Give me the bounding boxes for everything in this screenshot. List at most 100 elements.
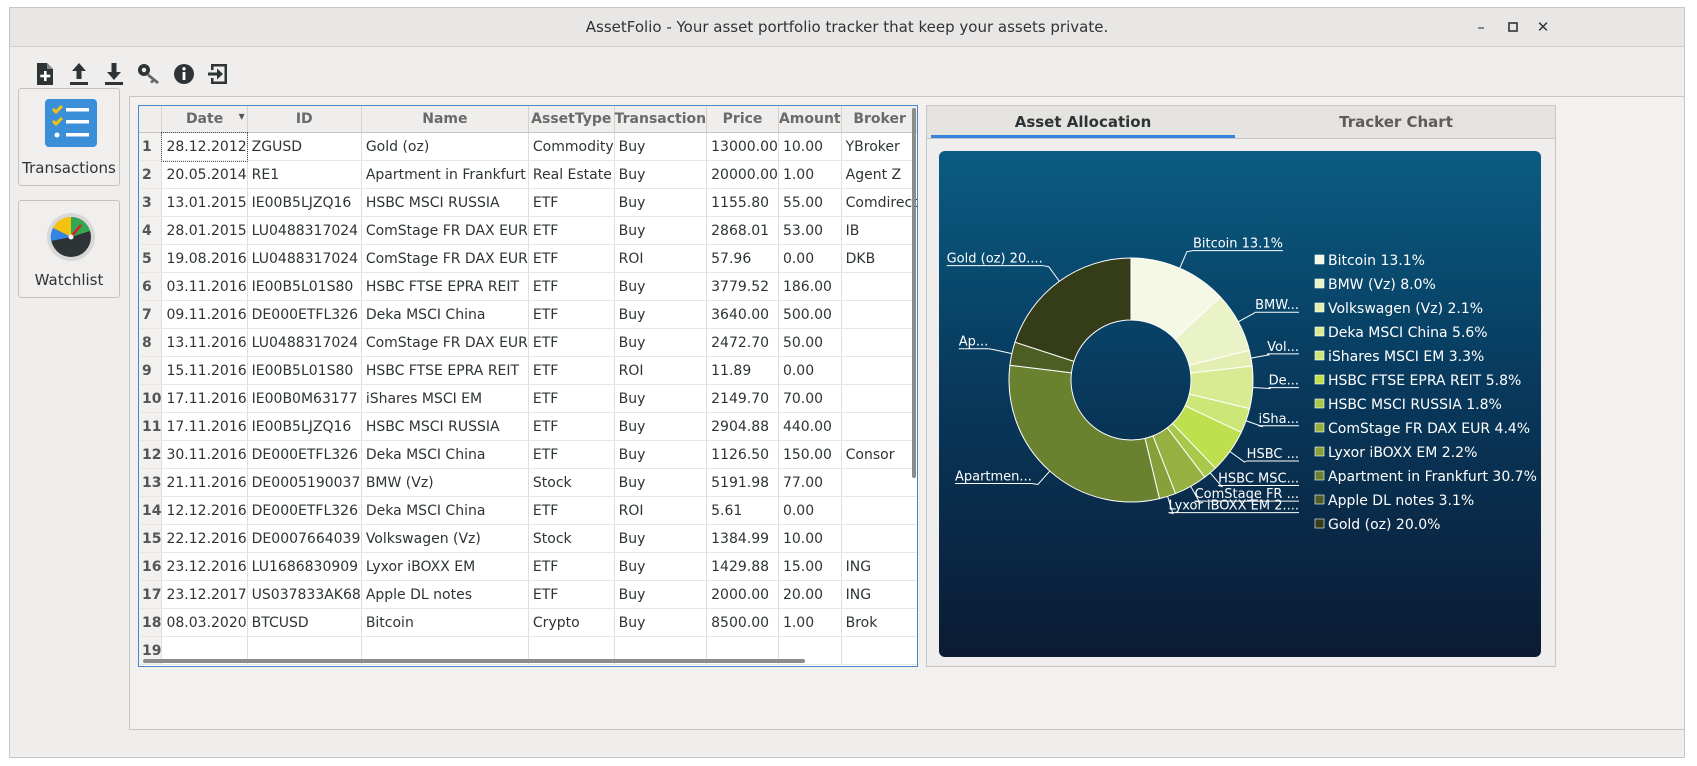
cell-price[interactable]: 1126.50 (706, 440, 779, 469)
cell-assettype[interactable]: ETF (528, 216, 615, 245)
cell-name[interactable]: Volkswagen (Vz) (361, 524, 529, 553)
cell-assettype[interactable]: Stock (528, 524, 615, 553)
cell-transaction[interactable]: Buy (614, 272, 708, 301)
cell-price[interactable]: 13000.00 (706, 132, 779, 161)
cell-name[interactable]: HSBC MSCI RUSSIA (361, 188, 529, 217)
cell-date[interactable]: 17.11.2016 (161, 384, 248, 413)
cell-broker[interactable] (841, 496, 917, 525)
cell-amount[interactable]: 53.00 (778, 216, 842, 245)
cell-transaction[interactable]: Buy (614, 468, 708, 497)
cell-broker[interactable]: ING (841, 552, 917, 581)
cell-price[interactable]: 1429.88 (706, 552, 779, 581)
maximize-button[interactable] (1502, 16, 1524, 38)
cell-price[interactable]: 1384.99 (706, 524, 779, 553)
cell-assettype[interactable]: Stock (528, 468, 615, 497)
cell-id[interactable]: LU0488317024 (247, 216, 362, 245)
cell-broker[interactable]: Consor (841, 440, 917, 469)
cell-id[interactable]: DE0007664039 (247, 524, 362, 553)
cell-broker[interactable]: ING (841, 580, 917, 609)
cell-assettype[interactable]: ETF (528, 580, 615, 609)
cell-id[interactable]: BTCUSD (247, 608, 362, 637)
cell-amount[interactable]: 1.00 (778, 608, 842, 637)
cell-name[interactable]: ComStage FR DAX EUR (361, 328, 529, 357)
cell-id[interactable]: IE00B5L01S80 (247, 272, 362, 301)
cell-broker[interactable] (841, 524, 917, 553)
cell-date[interactable]: 20.05.2014 (161, 160, 248, 189)
cell-date[interactable]: 28.12.2012 (160, 131, 249, 162)
cell-id[interactable]: DE000ETFL326 (247, 300, 362, 329)
cell-price[interactable]: 5.61 (706, 496, 779, 525)
cell-transaction[interactable]: Buy (614, 440, 708, 469)
cell-transaction[interactable]: Buy (614, 412, 708, 441)
cell-price[interactable]: 5191.98 (706, 468, 779, 497)
key-button[interactable] (133, 58, 165, 90)
cell-assettype[interactable]: ETF (528, 384, 615, 413)
cell-broker[interactable] (841, 412, 917, 441)
cell-date[interactable]: 21.11.2016 (161, 468, 248, 497)
cell-broker[interactable]: IB (841, 216, 917, 245)
cell-price[interactable]: 2472.70 (706, 328, 779, 357)
cell-date[interactable]: 13.11.2016 (161, 328, 248, 357)
table-row[interactable]: 5 19.08.2016 LU0488317024 ComStage FR DAX E… (139, 244, 917, 273)
table-row[interactable]: 16 23.12.2016 LU1686830909 Lyxor iBOXX EM ET… (139, 552, 917, 581)
cell-amount[interactable]: 1.00 (778, 160, 842, 189)
new-file-button[interactable] (28, 58, 60, 90)
pie-slice[interactable] (1014, 257, 1132, 363)
column-header-transaction[interactable]: Transaction (614, 106, 708, 133)
cell-price[interactable]: 2149.70 (706, 384, 779, 413)
column-header-price[interactable]: Price (706, 106, 779, 133)
cell-assettype[interactable]: Real Estate (528, 160, 615, 189)
cell-assettype[interactable]: ETF (528, 328, 615, 357)
table-row[interactable]: 3 13.01.2015 IE00B5LJZQ16 HSBC MSCI RUSSIA E… (139, 188, 917, 217)
transactions-table[interactable]: Date ▾ ID Name AssetType Transaction Price Amou… (138, 105, 918, 667)
sidebar-item-transactions[interactable]: Transactions (18, 88, 120, 186)
cell-broker[interactable] (841, 384, 917, 413)
cell-date[interactable]: 28.01.2015 (161, 216, 248, 245)
cell-transaction[interactable]: Buy (614, 300, 708, 329)
tab-asset-allocation[interactable]: Asset Allocation (931, 106, 1235, 138)
cell-price[interactable]: 2904.88 (706, 412, 779, 441)
cell-name[interactable]: Deka MSCI China (361, 440, 529, 469)
cell-transaction[interactable]: Buy (614, 188, 708, 217)
table-row[interactable]: 18 08.03.2020 BTCUSD Bitcoin Crypto Buy 8500.0… (139, 608, 917, 637)
table-row[interactable]: 17 23.12.2017 US037833AK68 Apple DL notes ET… (139, 580, 917, 609)
cell-price[interactable]: 3779.52 (706, 272, 779, 301)
table-row[interactable]: 8 13.11.2016 LU0488317024 ComStage FR DAX E… (139, 328, 917, 357)
cell-assettype[interactable]: ETF (528, 412, 615, 441)
cell-amount[interactable]: 70.00 (778, 384, 842, 413)
cell-assettype[interactable]: ETF (528, 440, 615, 469)
cell-amount[interactable]: 0.00 (778, 356, 842, 385)
table-row[interactable]: 4 28.01.2015 LU0488317024 ComStage FR DAX E… (139, 216, 917, 245)
cell-id[interactable]: DE000ETFL326 (247, 496, 362, 525)
column-header-date[interactable]: Date ▾ (161, 106, 248, 133)
info-button[interactable] (168, 58, 200, 90)
cell-amount[interactable]: 0.00 (778, 496, 842, 525)
cell-amount[interactable]: 77.00 (778, 468, 842, 497)
cell-broker[interactable] (841, 356, 917, 385)
column-header-broker[interactable]: Broker (841, 106, 917, 133)
cell-name[interactable]: iShares MSCI EM (361, 384, 529, 413)
cell-id[interactable]: IE00B5LJZQ16 (247, 188, 362, 217)
table-row[interactable]: 13 21.11.2016 DE0005190037 BMW (Vz) Stock Buy… (139, 468, 917, 497)
cell-broker[interactable]: DKB (841, 244, 917, 273)
cell-price[interactable]: 2000.00 (706, 580, 779, 609)
sidebar-item-watchlist[interactable]: Watchlist (18, 200, 120, 298)
cell-broker[interactable]: Brok (841, 608, 917, 637)
cell-assettype[interactable]: ETF (528, 552, 615, 581)
cell-id[interactable]: DE000ETFL326 (247, 440, 362, 469)
cell-name[interactable]: Lyxor iBOXX EM (361, 552, 529, 581)
cell-id[interactable]: IE00B5L01S80 (247, 356, 362, 385)
cell-date[interactable]: 03.11.2016 (161, 272, 248, 301)
cell-amount[interactable]: 10.00 (778, 524, 842, 553)
cell-name[interactable]: ComStage FR DAX EUR (361, 216, 529, 245)
cell-transaction[interactable]: Buy (614, 216, 708, 245)
cell-name[interactable]: BMW (Vz) (361, 468, 529, 497)
cell-price[interactable]: 3640.00 (706, 300, 779, 329)
cell-id[interactable]: LU0488317024 (247, 328, 362, 357)
cell-id[interactable]: DE0005190037 (247, 468, 362, 497)
cell-transaction[interactable]: Buy (614, 552, 708, 581)
table-row[interactable]: 2 20.05.2014 RE1 Apartment in Frankfurt Real… (139, 160, 917, 189)
cell-transaction[interactable]: ROI (614, 356, 708, 385)
cell-amount[interactable]: 186.00 (778, 272, 842, 301)
cell-transaction[interactable]: Buy (614, 524, 708, 553)
